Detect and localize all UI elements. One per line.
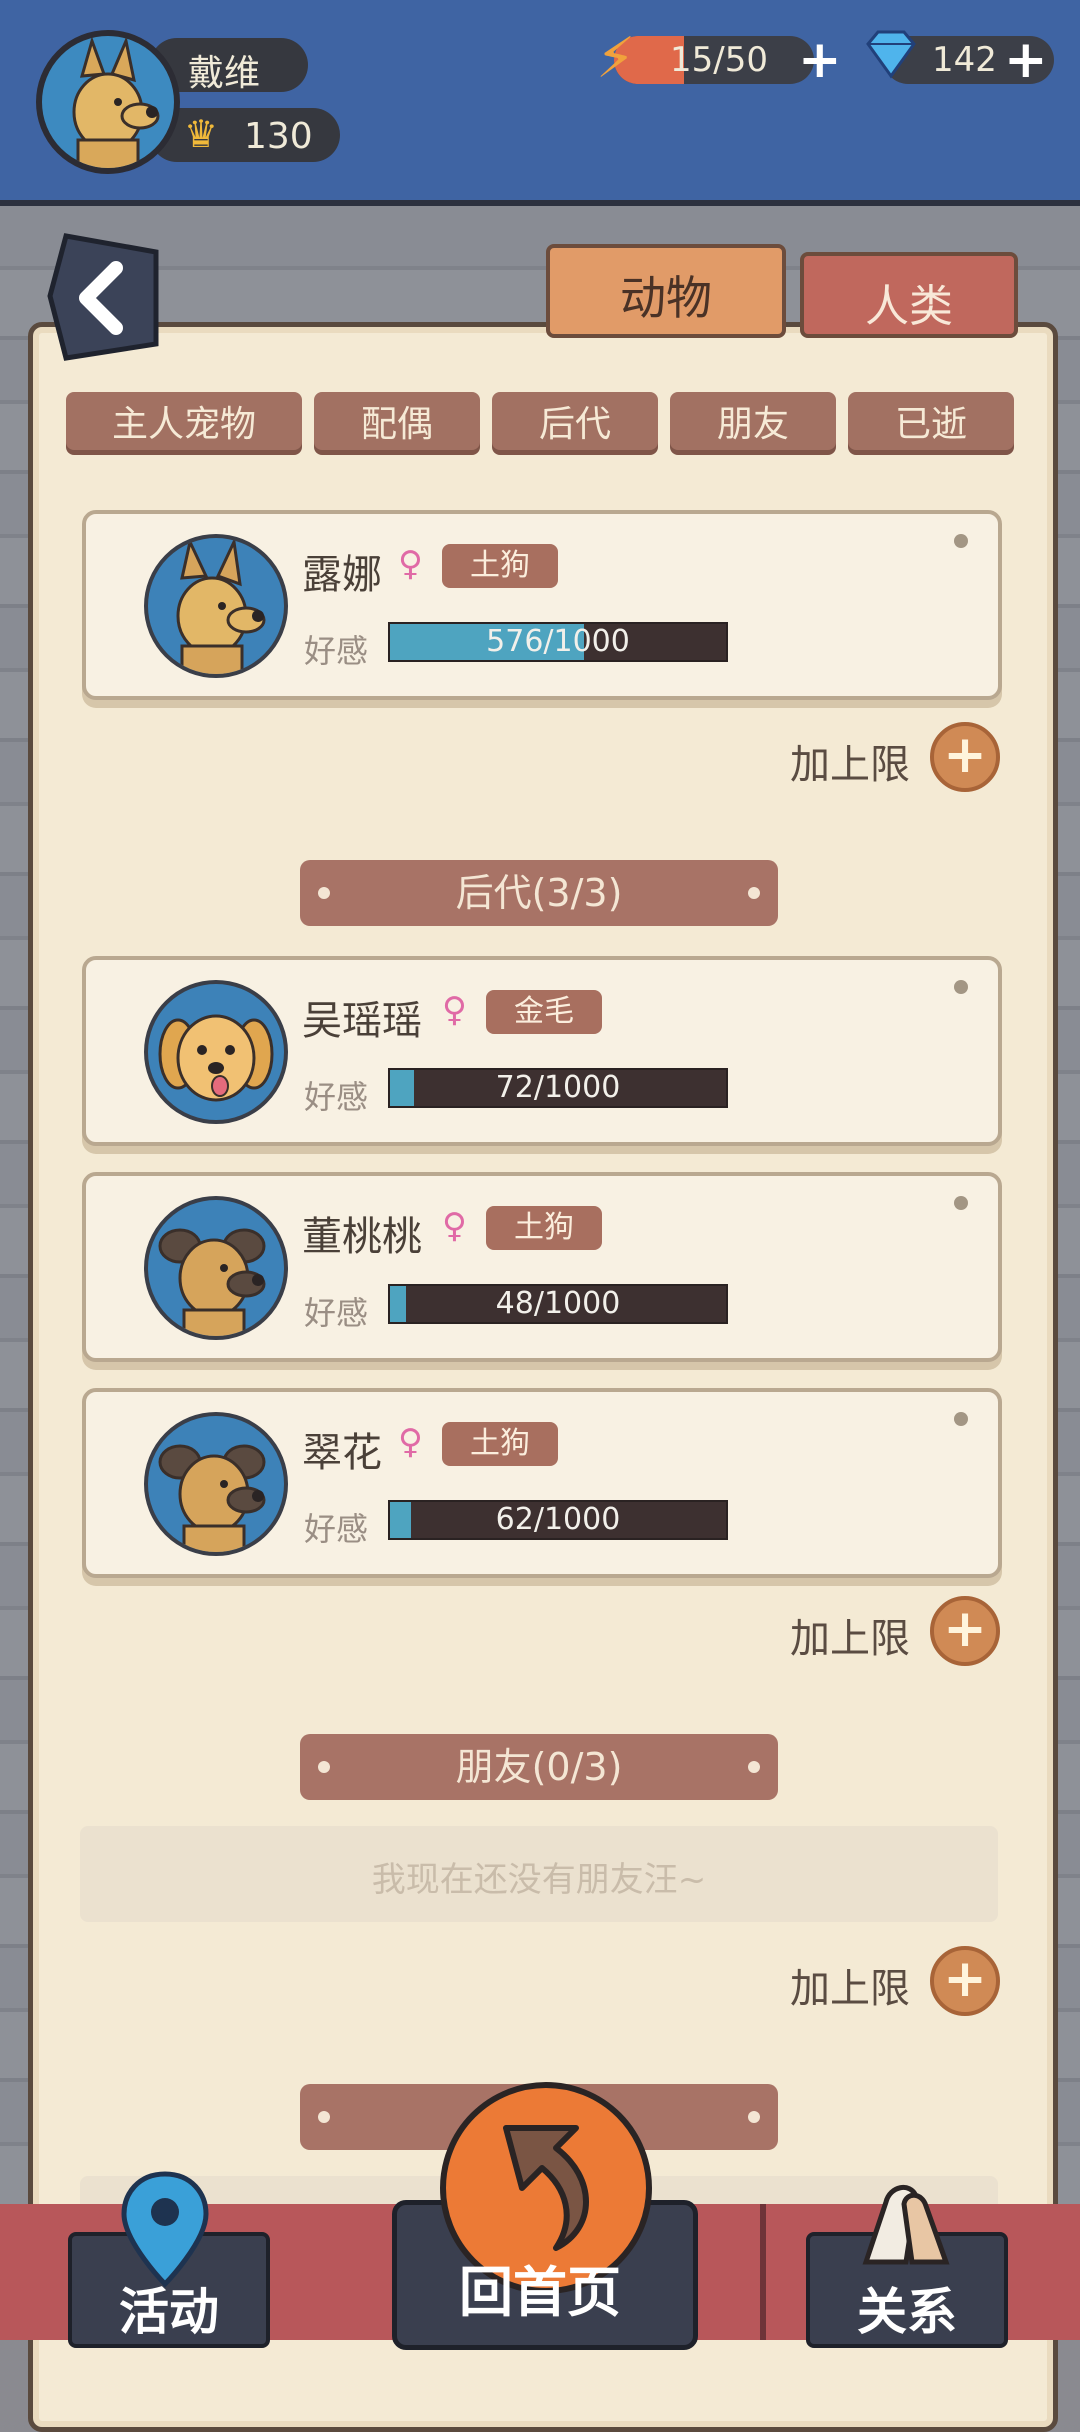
breed-badge: 金毛 [486, 990, 602, 1034]
pet-name: 翠花 [302, 1430, 382, 1476]
energy-value: 15/50 [670, 40, 768, 80]
lightning-icon: ⚡ [596, 26, 636, 91]
offspring-card[interactable]: 董桃桃 ♀ 土狗 好感 48/1000 [82, 1172, 1002, 1362]
offspring-card[interactable]: 吴瑶瑶 ♀ 金毛 好感 72/1000 [82, 956, 1002, 1146]
nav-home[interactable]: 回首页 [392, 2082, 698, 2350]
offspring-section-header: 后代(3/3) [300, 860, 778, 926]
pet-name: 吴瑶瑶 [302, 998, 422, 1044]
diamond-icon [862, 28, 920, 84]
female-icon: ♀ [398, 544, 423, 584]
breed-badge: 土狗 [442, 544, 558, 588]
gem-value: 142 [932, 40, 997, 80]
top-bar: 戴维 ♛ 130 15/50 ⚡ + 142 + [0, 0, 1080, 206]
add-limit-label: 加上限 [790, 1966, 910, 2012]
subtab-offspring[interactable]: 后代 [492, 392, 658, 450]
subtab-friends[interactable]: 朋友 [670, 392, 836, 450]
favor-value: 72/1000 [495, 1070, 621, 1105]
back-button[interactable] [46, 232, 164, 362]
favor-label: 好感 [304, 1510, 369, 1548]
favor-label: 好感 [304, 1078, 369, 1116]
tab-humans-label: 人类 [865, 281, 953, 332]
subtab-label: 后代 [538, 404, 611, 445]
favor-label: 好感 [304, 632, 369, 670]
add-limit-offspring[interactable]: 加上限 + [790, 1596, 1000, 1666]
tab-animals-label: 动物 [620, 271, 712, 325]
card-dot [954, 980, 968, 994]
shepherd-dog-icon [72, 36, 160, 168]
subtab-label: 配偶 [360, 404, 433, 445]
chevron-left-icon [47, 233, 159, 361]
energy-pill: 15/50 [614, 36, 814, 84]
friends-empty-text: 我现在还没有朋友汪~ [371, 1860, 707, 1900]
female-icon: ♀ [398, 1422, 423, 1462]
female-icon: ♀ [442, 990, 467, 1030]
add-gem-button[interactable]: + [1004, 30, 1048, 90]
breed-badge: 土狗 [442, 1422, 558, 1466]
nav-home-label: 回首页 [459, 2261, 621, 2324]
crown-icon: ♛ [184, 112, 219, 156]
add-limit-spouse[interactable]: 加上限 + [790, 722, 1000, 792]
favor-label: 好感 [304, 1294, 369, 1332]
handshake-paw-icon [846, 2172, 966, 2276]
tab-animals[interactable]: 动物 [546, 244, 786, 338]
add-limit-label: 加上限 [790, 742, 910, 788]
favor-value: 576/1000 [486, 624, 630, 659]
subtab-owner-pet[interactable]: 主人宠物 [66, 392, 302, 450]
friends-empty-box: 我现在还没有朋友汪~ [80, 1826, 998, 1922]
tab-humans[interactable]: 人类 [800, 252, 1018, 338]
favor-bar: 576/1000 [388, 622, 728, 662]
subtab-label: 主人宠物 [111, 404, 256, 445]
favor-bar: 48/1000 [388, 1284, 728, 1324]
subtab-deceased[interactable]: 已逝 [848, 392, 1014, 450]
add-limit-friends[interactable]: 加上限 + [790, 1946, 1000, 2016]
favor-value: 48/1000 [495, 1286, 621, 1321]
add-limit-label: 加上限 [790, 1616, 910, 1662]
nav-plank-divider [760, 2204, 766, 2340]
card-dot [954, 534, 968, 548]
breed-badge: 土狗 [486, 1206, 602, 1250]
subtab-spouse[interactable]: 配偶 [314, 392, 480, 450]
offspring-card[interactable]: 翠花 ♀ 土狗 好感 62/1000 [82, 1388, 1002, 1578]
shepherd-dog-avatar-icon [144, 534, 288, 678]
favor-bar: 62/1000 [388, 1500, 728, 1540]
spouse-card[interactable]: 露娜 ♀ 土狗 好感 576/1000 [82, 510, 1002, 700]
card-dot [954, 1196, 968, 1210]
favor-value: 62/1000 [495, 1502, 621, 1537]
friends-section-header: 朋友(0/3) [300, 1734, 778, 1800]
map-pin-icon [118, 2170, 212, 2294]
player-avatar[interactable] [36, 30, 180, 174]
subtab-label: 已逝 [894, 404, 967, 445]
pet-name: 露娜 [302, 552, 382, 598]
player-name: 戴维 [188, 53, 261, 94]
pet-name: 董桃桃 [302, 1214, 422, 1260]
favor-bar: 72/1000 [388, 1068, 728, 1108]
plus-icon[interactable]: + [930, 722, 1000, 792]
nav-relations-label: 关系 [857, 2283, 957, 2341]
subtab-label: 朋友 [716, 404, 789, 445]
plus-icon[interactable]: + [930, 1596, 1000, 1666]
mixed-dog-avatar-icon [144, 1196, 288, 1340]
female-icon: ♀ [442, 1206, 467, 1246]
golden-retriever-avatar-icon [144, 980, 288, 1124]
mixed-dog-avatar-icon [144, 1412, 288, 1556]
add-energy-button[interactable]: + [798, 30, 842, 90]
plus-icon[interactable]: + [930, 1946, 1000, 2016]
crown-value: 130 [244, 116, 313, 157]
card-dot [954, 1412, 968, 1426]
